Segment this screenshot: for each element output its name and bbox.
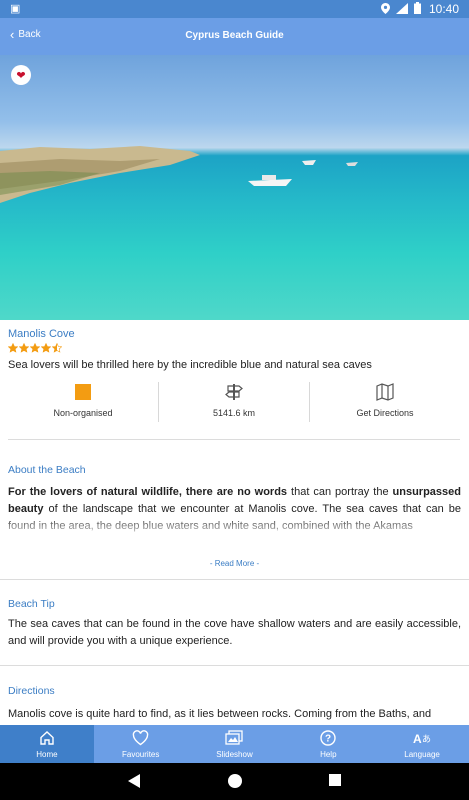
location-icon [381, 2, 390, 14]
recents-square-icon[interactable] [329, 774, 341, 786]
home-icon [40, 731, 54, 745]
beach-details: Manolis Cove Sea lovers will be thrilled… [0, 320, 469, 725]
get-directions-button[interactable]: Get Directions [309, 382, 460, 422]
star-rating [8, 343, 62, 353]
language-icon: Aあ [413, 732, 431, 746]
rocky-coast [0, 146, 200, 203]
boat [346, 162, 358, 166]
star-icon [30, 343, 40, 353]
beach-tip-text: The sea caves that can be found in the c… [8, 618, 461, 647]
nav-home-label: Home [36, 750, 58, 759]
heart-icon [132, 730, 149, 746]
slideshow-icon [225, 730, 244, 745]
boat [248, 175, 292, 186]
organisation-label: Non-organised [53, 408, 113, 418]
divider [0, 579, 469, 580]
distance-label: 5141.6 km [212, 408, 256, 418]
get-directions-label: Get Directions [356, 408, 414, 418]
distance: 5141.6 km [158, 382, 309, 422]
nav-slideshow[interactable]: Slideshow [188, 725, 282, 763]
about-bold-1: For the lovers of natural wildlife, ther… [8, 486, 288, 498]
clock: 10:40 [428, 2, 459, 16]
nav-favourites-label: Favourites [122, 750, 160, 759]
about-text-1: that can portray the [287, 486, 393, 498]
star-icon [8, 343, 18, 353]
system-navigation-bar [0, 763, 469, 800]
nav-home[interactable]: Home [0, 725, 94, 763]
about-text: For the lovers of natural wildlife, ther… [8, 484, 461, 540]
nav-favourites[interactable]: Favourites [94, 725, 188, 763]
nav-language[interactable]: Aあ Language [375, 725, 469, 763]
nav-language-label: Language [404, 750, 440, 759]
heart-icon: ❤ [16, 69, 26, 82]
beach-name: Manolis Cove [8, 328, 75, 340]
back-triangle-icon[interactable] [128, 774, 140, 788]
signal-icon [396, 2, 408, 14]
about-text-2: of the landscape that we encounter at Ma… [8, 503, 461, 532]
status-bar: ▣ 10:40 [0, 0, 469, 18]
battery-icon [414, 2, 421, 14]
divider [0, 665, 469, 666]
map-icon [376, 383, 394, 401]
star-icon [41, 343, 51, 353]
star-icon [19, 343, 29, 353]
nav-slideshow-label: Slideshow [216, 750, 253, 759]
nav-help-label: Help [320, 750, 337, 759]
info-row: Non-organised 5141.6 km Get Directions [8, 382, 460, 422]
organised-status-icon [75, 384, 91, 400]
beach-photo: ❤ [0, 55, 469, 320]
divider [8, 439, 460, 440]
app-bar: ‹ Back Cyprus Beach Guide [0, 18, 469, 55]
help-icon: ? [320, 730, 336, 746]
svg-text:A: A [413, 732, 422, 746]
directions-heading: Directions [8, 685, 55, 697]
star-icon [52, 343, 62, 353]
page-title: Cyprus Beach Guide [185, 30, 284, 41]
home-circle-icon[interactable] [228, 774, 242, 788]
notification-icon: ▣ [10, 3, 21, 15]
directions-text: Manolis cove is quite hard to find, as i… [8, 708, 432, 720]
signpost-icon [225, 384, 243, 400]
favourite-button[interactable]: ❤ [11, 65, 31, 85]
beach-tip-heading: Beach Tip [8, 598, 55, 610]
svg-text:あ: あ [422, 734, 431, 745]
organisation-status: Non-organised [8, 382, 158, 422]
svg-text:?: ? [325, 734, 331, 745]
boat [302, 160, 316, 165]
about-heading: About the Beach [8, 464, 86, 476]
beach-tagline: Sea lovers will be thrilled here by the … [8, 359, 372, 371]
read-more-link[interactable]: - Read More - [0, 559, 469, 568]
bottom-navigation: Home Favourites Slideshow ? Help Aあ Lang… [0, 725, 469, 763]
nav-help[interactable]: ? Help [281, 725, 375, 763]
